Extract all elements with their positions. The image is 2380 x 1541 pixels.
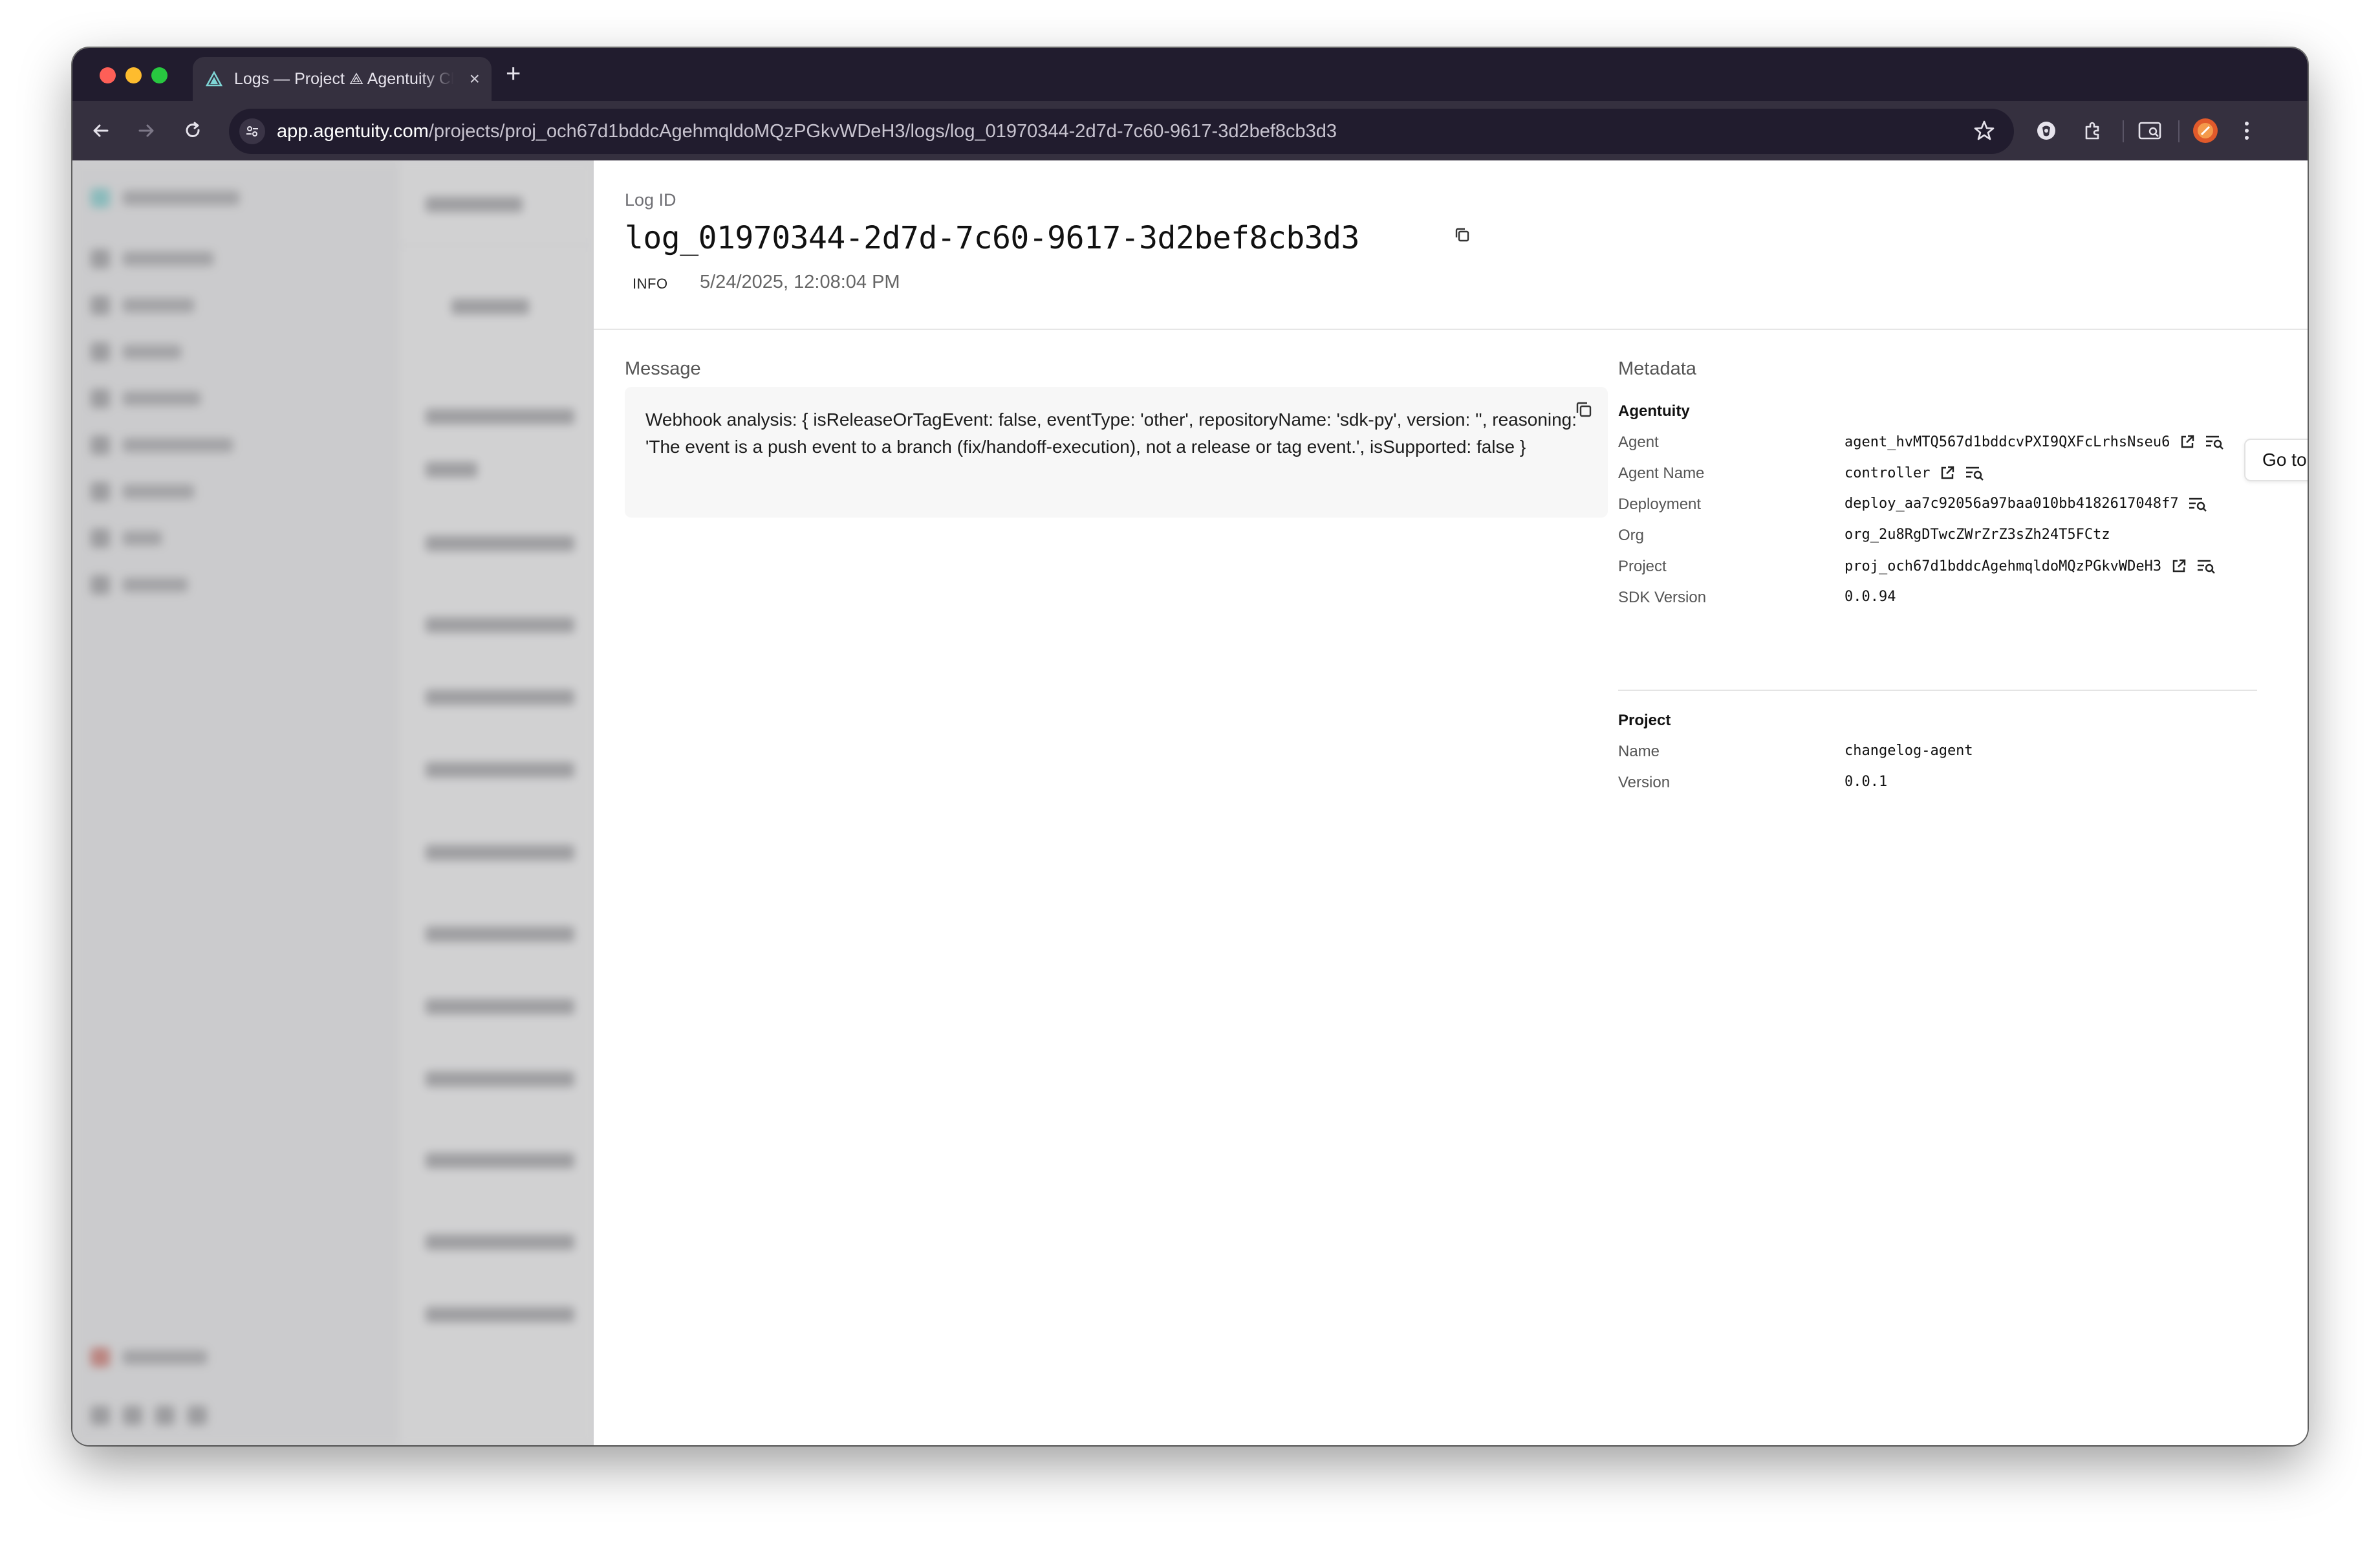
profile-avatar-icon[interactable] — [2191, 116, 2220, 145]
meta-value-org: org_2u8RgDTwcZWrZrZ3sZh24T5FCtz — [1844, 527, 2110, 543]
external-link-icon[interactable] — [2179, 433, 2196, 450]
external-link-icon[interactable] — [1939, 464, 1956, 481]
agentuity-group-heading: Agentuity — [1618, 402, 1690, 420]
agentuity-logo-icon — [204, 69, 224, 89]
url-text: app.agentuity.com/projects/proj_och67d1b… — [277, 121, 1337, 142]
project-version: 0.0.1 — [1844, 774, 1888, 790]
close-icon[interactable]: × — [470, 70, 480, 88]
browser-toolbar: app.agentuity.com/projects/proj_och67d1b… — [72, 101, 2308, 160]
close-window-button[interactable] — [100, 67, 116, 83]
log-id-value: log_01970344-2d7d-7c60-9617-3d2bef8cb3d3 — [625, 220, 1359, 256]
external-link-icon[interactable] — [2170, 558, 2187, 574]
sdk-version: 0.0.94 — [1844, 589, 1896, 605]
filter-logs-icon[interactable] — [1965, 465, 1984, 481]
meta-key-name: Name — [1618, 743, 1660, 760]
metadata-section-title: Metadata — [1618, 358, 1696, 379]
kebab-menu-icon[interactable] — [2233, 116, 2261, 145]
url-path: /projects/proj_och67d1bddcAgehmqldoMQzPG… — [428, 120, 1337, 142]
project-group-heading: Project — [1618, 712, 1671, 729]
project-id: proj_och67d1bddcAgehmqldoMQzPGkvWDeH3 — [1844, 558, 2162, 574]
shield-icon[interactable] — [2032, 116, 2061, 145]
go-to-agent-tooltip[interactable]: Go to Agent — [2244, 439, 2308, 481]
meta-key-org: Org — [1618, 527, 1645, 544]
log-header: Log ID log_01970344-2d7d-7c60-9617-3d2be… — [594, 160, 2308, 330]
reload-icon[interactable] — [178, 116, 207, 145]
site-info-icon[interactable] — [239, 118, 265, 144]
log-id-label: Log ID — [625, 190, 676, 210]
browser-tab-active[interactable]: Logs — Project ⟁ Agentuity Cloud × — [193, 57, 492, 101]
filter-logs-icon[interactable] — [2188, 496, 2207, 512]
meta-value-sdk-version: 0.0.94 — [1844, 589, 1896, 605]
minimize-window-button[interactable] — [125, 67, 142, 83]
meta-key-version: Version — [1618, 774, 1671, 791]
project-name: changelog-agent — [1844, 743, 1973, 759]
address-bar[interactable]: app.agentuity.com/projects/proj_och67d1b… — [229, 109, 2014, 154]
agent-id: agent_hvMTQ567d1bddcvPXI9QXFcLrhsNseu6 — [1844, 433, 2170, 450]
sidepanel-icon[interactable] — [2136, 116, 2164, 145]
tab-title: Logs — Project ⟁ Agentuity Cloud — [234, 69, 454, 88]
maximize-window-button[interactable] — [151, 67, 168, 83]
copy-icon[interactable] — [1574, 400, 1594, 419]
url-host: app.agentuity.com — [277, 120, 429, 142]
log-timestamp: 5/24/2025, 12:08:04 PM — [700, 272, 900, 292]
toolbar-separator — [2123, 120, 2124, 142]
agent-name: controller — [1844, 464, 1931, 481]
log-level-badge: INFO — [633, 276, 668, 292]
extensions-icon[interactable] — [2079, 116, 2107, 145]
back-arrow-icon[interactable] — [87, 116, 115, 145]
forward-arrow-icon[interactable] — [132, 116, 160, 145]
meta-value-name: changelog-agent — [1844, 743, 1973, 759]
meta-value-deployment: deploy_aa7c92056a97baa010bb4182617048f7 — [1844, 496, 2207, 512]
star-icon[interactable] — [1971, 118, 1997, 147]
filter-logs-icon[interactable] — [2196, 558, 2216, 574]
message-section-title: Message — [625, 358, 701, 379]
toolbar-separator — [2178, 120, 2180, 142]
meta-key-project: Project — [1618, 558, 1667, 575]
meta-key-sdk-version: SDK Version — [1618, 589, 1707, 606]
message-box: Webhook analysis: { isReleaseOrTagEvent:… — [625, 387, 1608, 518]
meta-value-agent-name: controller — [1844, 464, 1984, 481]
meta-value-version: 0.0.1 — [1844, 774, 1887, 790]
message-text: Webhook analysis: { isReleaseOrTagEvent:… — [645, 410, 1577, 457]
tab-strip: Logs — Project ⟁ Agentuity Cloud × + — [72, 48, 2308, 101]
metadata-divider — [1618, 690, 2257, 691]
meta-key-deployment: Deployment — [1618, 496, 1702, 513]
browser-window: Logs — Project ⟁ Agentuity Cloud × + app… — [72, 48, 2308, 1445]
org-id: org_2u8RgDTwcZWrZrZ3sZh24T5FCtz — [1844, 527, 2110, 543]
modal-backdrop[interactable] — [72, 160, 594, 1445]
meta-value-agent: agent_hvMTQ567d1bddcvPXI9QXFcLrhsNseu6 — [1844, 433, 2224, 450]
meta-key-agent-name: Agent Name — [1618, 464, 1705, 482]
copy-icon[interactable] — [1454, 226, 1471, 243]
meta-key-agent: Agent — [1618, 433, 1659, 451]
log-detail-panel: Log ID log_01970344-2d7d-7c60-9617-3d2be… — [594, 160, 2308, 1445]
deployment-id: deploy_aa7c92056a97baa010bb4182617048f7 — [1844, 496, 2179, 512]
page-content: Log ID log_01970344-2d7d-7c60-9617-3d2be… — [72, 160, 2308, 1445]
meta-value-project: proj_och67d1bddcAgehmqldoMQzPGkvWDeH3 — [1844, 558, 2216, 574]
plus-icon[interactable]: + — [506, 61, 521, 87]
filter-logs-icon[interactable] — [2205, 434, 2224, 450]
